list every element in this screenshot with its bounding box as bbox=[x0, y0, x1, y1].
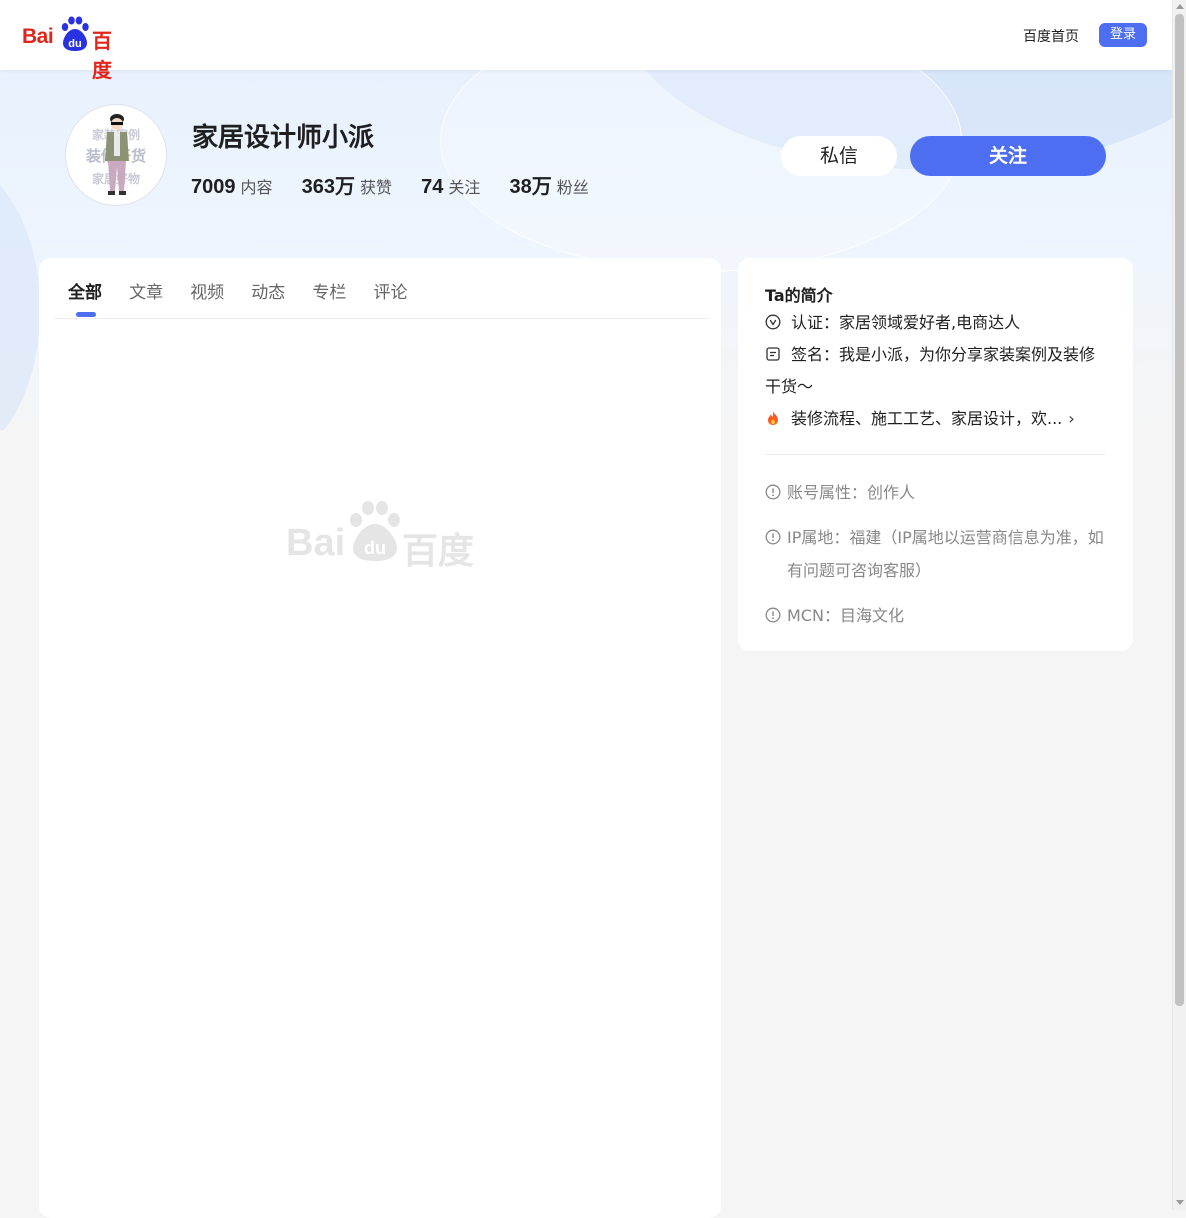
stat-likes: 363万 获赞 bbox=[302, 170, 392, 199]
tab-videos[interactable]: 视频 bbox=[190, 278, 224, 303]
logo-text-bai: Bai bbox=[22, 25, 54, 48]
certification-row: 认证：家居领域爱好者,电商达人 bbox=[765, 307, 1020, 339]
certification-text: 认证：家居领域爱好者,电商达人 bbox=[791, 313, 1021, 332]
placeholder-text-bai: Bai bbox=[286, 522, 346, 564]
stat-fans-label: 粉丝 bbox=[556, 178, 589, 197]
intro-card: Ta的简介 认证：家居领域爱好者,电商达人 签名：我是小派，为你分享家装案例及装… bbox=[738, 258, 1133, 651]
stat-following-label: 关注 bbox=[448, 178, 481, 197]
stat-following[interactable]: 74 关注 bbox=[421, 174, 480, 199]
loading-placeholder-logo: Bai du 百度 bbox=[286, 500, 476, 572]
stat-likes-count: 363万 bbox=[301, 176, 355, 198]
verified-icon bbox=[765, 314, 781, 330]
topics-text: 装修流程、施工工艺、家居设计，欢... bbox=[791, 409, 1063, 428]
stat-content-label: 内容 bbox=[240, 178, 273, 197]
stat-fans[interactable]: 38万 粉丝 bbox=[509, 170, 588, 199]
stat-content[interactable]: 7009 内容 bbox=[191, 174, 273, 199]
private-message-button[interactable]: 私信 bbox=[781, 136, 897, 176]
mcn-row: MCN：目海文化 bbox=[765, 599, 904, 632]
tab-updates[interactable]: 动态 bbox=[251, 278, 285, 303]
avatar[interactable]: 家装案例 装修干货 家居好物 bbox=[65, 104, 167, 206]
top-header: Bai du 百度 百度首页 登录 bbox=[0, 0, 1172, 82]
account-type-row: 账号属性：创作人 bbox=[765, 476, 915, 509]
intro-title: Ta的简介 bbox=[765, 286, 833, 305]
stat-following-count: 74 bbox=[421, 176, 444, 198]
ip-location-text: IP属地：福建（IP属地以运营商信息为准，如有问题可咨询客服） bbox=[787, 528, 1104, 580]
account-type-text: 账号属性：创作人 bbox=[787, 483, 916, 502]
placeholder-text-du: du bbox=[364, 538, 386, 558]
scrollbar-thumb[interactable] bbox=[1175, 14, 1184, 1006]
scroll-up-arrow-icon[interactable] bbox=[1176, 4, 1184, 9]
info-icon bbox=[765, 484, 781, 500]
logo-text-cn: 百度 bbox=[92, 29, 112, 82]
ip-location-row: IP属地：福建（IP属地以运营商信息为准，如有问题可咨询客服） bbox=[765, 521, 1110, 587]
info-icon bbox=[765, 529, 781, 545]
avatar-illustration-icon: 家装案例 装修干货 家居好物 bbox=[85, 114, 146, 195]
stat-content-count: 7009 bbox=[191, 176, 236, 198]
active-tab-indicator bbox=[76, 312, 96, 317]
stat-likes-label: 获赞 bbox=[359, 178, 392, 197]
logo-text-du: du bbox=[68, 38, 81, 50]
signature-icon bbox=[766, 347, 780, 361]
tab-comments[interactable]: 评论 bbox=[373, 278, 407, 303]
paw-icon: du bbox=[61, 16, 89, 51]
placeholder-text-cn: 百度 bbox=[402, 531, 475, 572]
baidu-logo[interactable]: Bai du 百度 bbox=[22, 16, 130, 82]
signature-text: 签名：我是小派，为你分享家装案例及装修干货～ bbox=[765, 345, 1096, 396]
profile-name: 家居设计师小派 bbox=[192, 123, 375, 153]
stat-fans-count: 38万 bbox=[509, 176, 552, 198]
tab-divider bbox=[53, 318, 709, 319]
scroll-down-arrow-icon[interactable] bbox=[1176, 1200, 1184, 1205]
login-button[interactable]: 登录 bbox=[1099, 23, 1147, 47]
content-feed-card: 全部 文章 视频 动态 专栏 评论 Bai du 百度 bbox=[39, 258, 721, 1218]
mcn-text: MCN：目海文化 bbox=[787, 606, 904, 625]
page-scrollbar[interactable] bbox=[1172, 0, 1186, 1210]
intro-divider bbox=[765, 454, 1105, 455]
tab-all[interactable]: 全部 bbox=[68, 278, 102, 303]
profile-stats: 7009 内容 363万 获赞 74 关注 38万 粉丝 bbox=[191, 170, 613, 199]
signature-row: 签名：我是小派，为你分享家装案例及装修干货～ bbox=[765, 339, 1105, 403]
tab-columns[interactable]: 专栏 bbox=[312, 278, 346, 303]
fire-icon bbox=[768, 411, 778, 425]
tab-articles[interactable]: 文章 bbox=[129, 278, 163, 303]
follow-button[interactable]: 关注 bbox=[910, 136, 1106, 176]
baidu-home-link[interactable]: 百度首页 bbox=[1023, 26, 1079, 46]
info-icon bbox=[765, 607, 781, 623]
placeholder-paw-icon: du bbox=[350, 501, 400, 561]
chevron-right-icon[interactable]: › bbox=[1068, 409, 1074, 428]
content-tabs: 全部 文章 视频 动态 专栏 评论 bbox=[68, 278, 429, 303]
topics-row[interactable]: 装修流程、施工工艺、家居设计，欢... › bbox=[765, 403, 1075, 435]
